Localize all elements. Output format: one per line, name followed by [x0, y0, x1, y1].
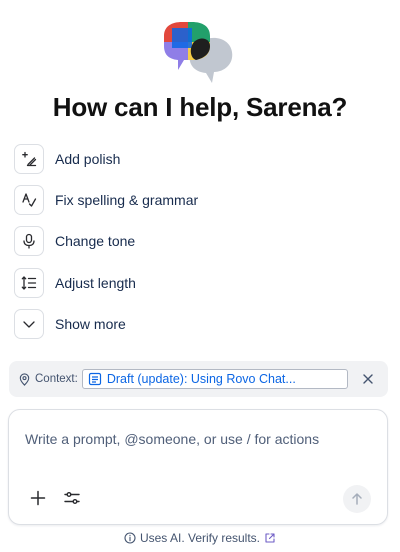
context-chip-text: Draft (update): Using Rovo Chat...: [106, 372, 296, 386]
action-add-polish[interactable]: Add polish: [14, 144, 374, 174]
page-icon: [88, 372, 101, 386]
action-label: Adjust length: [55, 274, 136, 291]
prompt-input[interactable]: Write a prompt, @someone, or use / for a…: [25, 431, 319, 447]
rovo-chat-panel: How can I help, Sarena? Add polish Fix s…: [0, 0, 400, 552]
action-show-more[interactable]: Show more: [14, 308, 374, 339]
action-label: Change tone: [55, 233, 136, 250]
context-label: Context:: [35, 373, 78, 385]
info-icon: [124, 532, 136, 544]
action-label: Show more: [55, 315, 126, 332]
action-adjust-length[interactable]: Adjust length: [14, 267, 374, 298]
adjust-length-icon: [14, 267, 44, 298]
action-fix-spelling[interactable]: Fix spelling & grammar: [14, 185, 374, 216]
ai-disclaimer: Uses AI. Verify results.: [0, 531, 400, 545]
ai-disclaimer-text: Uses AI. Verify results.: [139, 531, 261, 545]
location-pin-icon: [19, 372, 30, 386]
add-icon[interactable]: [29, 489, 47, 507]
external-link-icon[interactable]: [264, 532, 276, 544]
microphone-icon: [14, 226, 44, 257]
settings-sliders-icon[interactable]: [63, 489, 81, 507]
prompt-box[interactable]: Write a prompt, @someone, or use / for a…: [8, 409, 388, 525]
send-button[interactable]: [343, 485, 371, 513]
spellcheck-icon: [14, 185, 44, 216]
action-change-tone[interactable]: Change tone: [14, 226, 374, 257]
action-label: Fix spelling & grammar: [55, 192, 199, 209]
context-page-chip[interactable]: Draft (update): Using Rovo Chat...: [81, 369, 348, 389]
rovo-chat-bubbles-icon: [164, 22, 233, 83]
quick-actions-list: Add polish Fix spelling & grammar Change…: [14, 144, 374, 350]
arrow-up-icon: [352, 493, 362, 505]
context-bar: Context: Draft (update): Using Rovo Chat…: [9, 361, 388, 397]
close-icon[interactable]: [361, 372, 375, 386]
action-label: Add polish: [55, 151, 121, 167]
sparkle-pen-icon: [14, 144, 44, 174]
chevron-down-icon: [14, 308, 44, 339]
page-title: How can I help, Sarena?: [52, 92, 348, 122]
